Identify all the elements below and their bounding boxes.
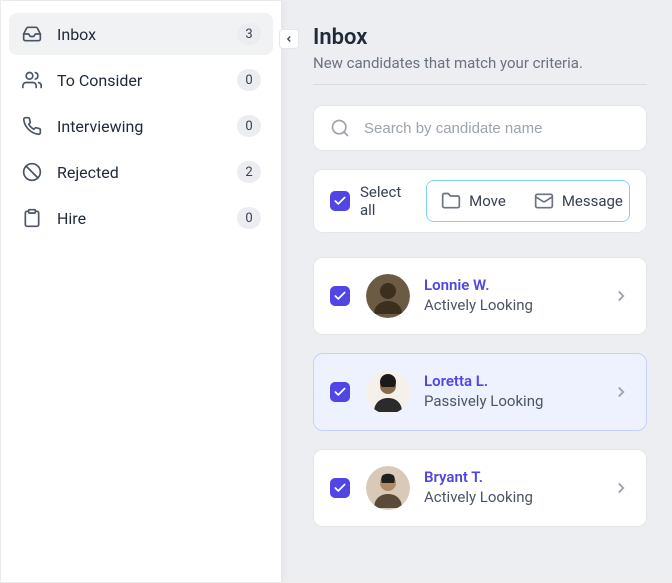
candidate-name: Loretta L. [424, 372, 612, 390]
sidebar-item-label: Inbox [57, 25, 237, 44]
main-panel: Inbox New candidates that match your cri… [281, 1, 671, 582]
sidebar-item-hire[interactable]: Hire 0 [9, 197, 273, 239]
avatar [366, 370, 410, 414]
chevron-right-icon [612, 479, 630, 497]
sidebar-item-label: Hire [57, 209, 237, 228]
chevron-right-icon [612, 287, 630, 305]
search-input[interactable] [362, 119, 630, 138]
move-button[interactable]: Move [427, 181, 520, 221]
candidate-card[interactable]: Lonnie W. Actively Looking [313, 257, 647, 335]
sidebar-item-badge: 2 [237, 161, 261, 183]
search-icon [330, 118, 350, 138]
sidebar-item-label: Rejected [57, 163, 237, 182]
candidate-card[interactable]: Loretta L. Passively Looking [313, 353, 647, 431]
collapse-sidebar-button[interactable] [279, 29, 299, 49]
candidate-info: Bryant T. Actively Looking [424, 468, 612, 508]
move-button-label: Move [469, 192, 506, 210]
app-root: Inbox 3 To Consider 0 Interviewing 0 Rej… [0, 0, 672, 583]
select-all-checkbox[interactable] [330, 191, 350, 211]
candidate-checkbox[interactable] [330, 286, 350, 306]
phone-icon [21, 115, 43, 137]
sidebar-item-badge: 0 [237, 207, 261, 229]
candidate-name: Bryant T. [424, 468, 612, 486]
chevron-right-icon [612, 383, 630, 401]
action-bar: Select all Move Message [313, 169, 647, 233]
bulk-action-group: Move Message [426, 180, 630, 222]
sidebar-item-inbox[interactable]: Inbox 3 [9, 13, 273, 55]
candidate-info: Loretta L. Passively Looking [424, 372, 612, 412]
sidebar: Inbox 3 To Consider 0 Interviewing 0 Rej… [1, 1, 281, 582]
avatar [366, 274, 410, 318]
sidebar-item-badge: 3 [237, 23, 261, 45]
sidebar-item-badge: 0 [237, 115, 261, 137]
candidate-status: Passively Looking [424, 392, 612, 412]
candidate-name: Lonnie W. [424, 276, 612, 294]
avatar [366, 466, 410, 510]
folder-icon [441, 191, 461, 211]
sidebar-item-label: To Consider [57, 71, 237, 90]
candidate-checkbox[interactable] [330, 382, 350, 402]
page-title: Inbox [313, 25, 647, 50]
divider [313, 84, 647, 85]
ban-icon [21, 161, 43, 183]
sidebar-item-interviewing[interactable]: Interviewing 0 [9, 105, 273, 147]
sidebar-item-badge: 0 [237, 69, 261, 91]
search-box[interactable] [313, 105, 647, 151]
candidate-status: Actively Looking [424, 296, 612, 316]
mail-icon [534, 191, 554, 211]
message-button[interactable]: Message [520, 181, 630, 221]
sidebar-item-rejected[interactable]: Rejected 2 [9, 151, 273, 193]
message-button-label: Message [562, 192, 623, 210]
inbox-icon [21, 23, 43, 45]
select-all-label: Select all [360, 183, 418, 219]
candidate-card[interactable]: Bryant T. Actively Looking [313, 449, 647, 527]
clipboard-icon [21, 207, 43, 229]
chevron-left-icon [284, 34, 294, 44]
page-subtitle: New candidates that match your criteria. [313, 54, 647, 72]
candidate-info: Lonnie W. Actively Looking [424, 276, 612, 316]
candidate-status: Actively Looking [424, 488, 612, 508]
sidebar-item-label: Interviewing [57, 117, 237, 136]
sidebar-item-to-consider[interactable]: To Consider 0 [9, 59, 273, 101]
users-icon [21, 69, 43, 91]
candidate-checkbox[interactable] [330, 478, 350, 498]
